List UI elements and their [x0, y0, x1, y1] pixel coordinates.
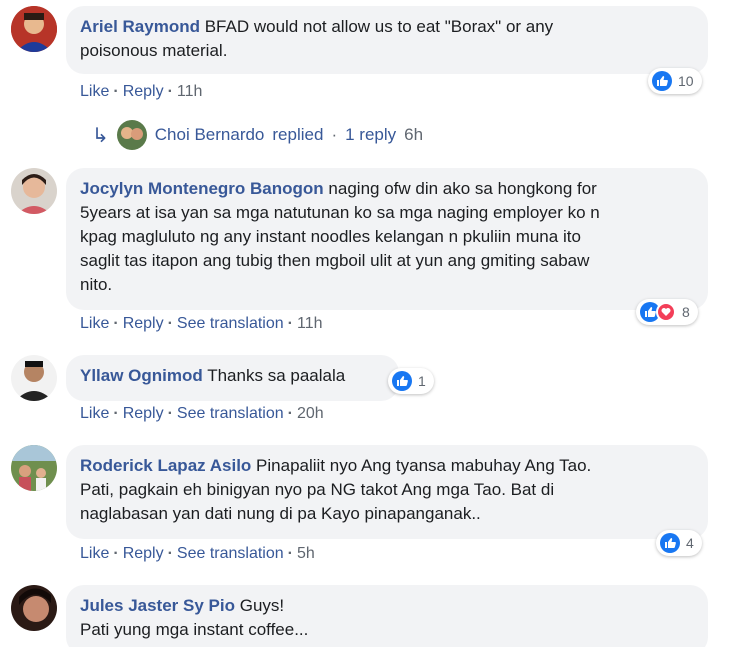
- reaction-count: 8: [682, 304, 690, 320]
- avatar-image: [11, 6, 57, 52]
- comment-bubble: Jocylyn Montenegro Banogon naging ofw di…: [66, 168, 708, 310]
- reaction-count: 4: [686, 535, 694, 551]
- like-icon: [392, 371, 412, 391]
- reaction-summary[interactable]: 10: [648, 68, 702, 94]
- comment-author[interactable]: Ariel Raymond: [80, 17, 200, 36]
- comment-text: poisonous material.: [80, 41, 228, 60]
- comment-text: Pati yung mga instant coffee...: [80, 620, 309, 639]
- comment-text: Guys!: [239, 596, 285, 615]
- see-translation-link[interactable]: See translation: [177, 545, 284, 562]
- comment-bubble: Yllaw Ognimod Thanks sa paalala: [66, 355, 399, 401]
- comment-author[interactable]: Jules Jaster Sy Pio: [80, 596, 235, 615]
- like-icon: [652, 71, 672, 91]
- avatar[interactable]: [11, 585, 57, 631]
- comment-text: naglabasan yan dati nung di pa Kayo pina…: [80, 504, 481, 523]
- comment-text: Pinapaliit nyo Ang tyansa mabuhay Ang Ta…: [256, 456, 592, 475]
- comment-actions: Like · Reply · 11h: [80, 83, 203, 100]
- replied-text: replied: [272, 125, 324, 144]
- reply-time: 6h: [404, 125, 424, 144]
- avatar: [116, 120, 147, 150]
- comment-text: Thanks sa paalala: [207, 366, 346, 385]
- comment-text: 5years at isa yan sa mga natutunan ko sa…: [80, 203, 600, 222]
- avatar[interactable]: [11, 445, 57, 491]
- comment-text: naging ofw din ako sa hongkong for: [328, 179, 597, 198]
- comment-actions: Like · Reply · See translation · 5h: [80, 545, 315, 562]
- replies-summary[interactable]: ↳ Choi Bernardo replied · 1 reply 6h: [92, 120, 423, 150]
- reaction-count: 10: [678, 73, 694, 89]
- timestamp[interactable]: 20h: [297, 405, 324, 422]
- like-icon: [660, 533, 680, 553]
- reaction-count: 1: [418, 373, 426, 389]
- avatar[interactable]: [11, 6, 57, 52]
- like-link[interactable]: Like: [80, 83, 109, 100]
- reply-author[interactable]: Choi Bernardo: [155, 125, 265, 145]
- timestamp[interactable]: 11h: [297, 315, 323, 332]
- avatar[interactable]: [11, 355, 57, 401]
- like-link[interactable]: Like: [80, 405, 109, 422]
- like-link[interactable]: Like: [80, 545, 109, 562]
- comment-text: nito.: [80, 275, 113, 294]
- comment-actions: Like · Reply · See translation · 20h: [80, 405, 324, 422]
- comment-bubble: Roderick Lapaz Asilo Pinapaliit nyo Ang …: [66, 445, 708, 539]
- avatar[interactable]: [11, 168, 57, 214]
- comment-text: Pati, pagkain eh binigyan nyo pa NG tako…: [80, 480, 555, 499]
- timestamp[interactable]: 5h: [297, 545, 315, 562]
- comment-actions: Like · Reply · See translation · 11h: [80, 315, 323, 332]
- reaction-summary[interactable]: 4: [656, 530, 702, 556]
- comment-bubble: Jules Jaster Sy Pio Guys! Pati yung mga …: [66, 585, 708, 647]
- avatar-image: [11, 445, 57, 491]
- reply-arrow-icon: ↳: [92, 124, 109, 147]
- comment-author[interactable]: Jocylyn Montenegro Banogon: [80, 179, 324, 198]
- comment-bubble: Ariel Raymond BFAD would not allow us to…: [66, 6, 708, 74]
- reaction-summary[interactable]: 1: [388, 368, 434, 394]
- comment-author[interactable]: Roderick Lapaz Asilo: [80, 456, 251, 475]
- like-link[interactable]: Like: [80, 315, 109, 332]
- reply-link[interactable]: Reply: [123, 545, 164, 562]
- reply-link[interactable]: Reply: [123, 83, 164, 100]
- comment-text: BFAD would not allow us to eat "Borax" o…: [204, 17, 554, 36]
- reply-link[interactable]: Reply: [123, 315, 164, 332]
- avatar-image: [11, 585, 57, 631]
- avatar-image: [11, 355, 57, 401]
- see-translation-link[interactable]: See translation: [177, 405, 284, 422]
- reaction-summary[interactable]: 8: [636, 299, 698, 325]
- reply-link[interactable]: Reply: [123, 405, 164, 422]
- see-translation-link[interactable]: See translation: [177, 315, 284, 332]
- comment-text: saglit tas itapon ang tubig then mgboil …: [80, 251, 590, 270]
- timestamp[interactable]: 11h: [177, 83, 203, 100]
- love-icon: [656, 302, 676, 322]
- comment-author[interactable]: Yllaw Ognimod: [80, 366, 203, 385]
- avatar-image: [11, 168, 57, 214]
- comment-text: kpag magluluto ng any instant noodles ke…: [80, 227, 581, 246]
- reply-count[interactable]: 1 reply: [345, 125, 396, 145]
